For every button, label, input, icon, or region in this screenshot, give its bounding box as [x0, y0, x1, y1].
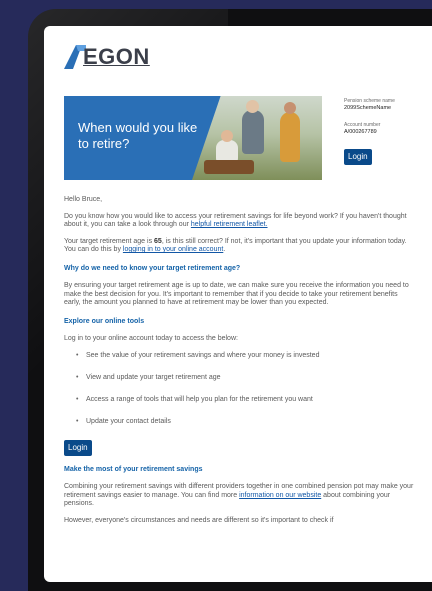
list-item: Update your contact details: [76, 418, 416, 427]
login-button-top[interactable]: Login: [344, 149, 372, 165]
logo-text: EGON: [83, 44, 150, 69]
email-screen: EGON When would you like to retire? Pens…: [44, 26, 432, 582]
aegon-logo: EGON: [64, 42, 416, 72]
family-photo: [192, 96, 322, 180]
paragraph-login-intro: Log in to your online account today to a…: [64, 335, 238, 342]
email-body: EGON When would you like to retire? Pens…: [64, 42, 416, 533]
heading-tools: Explore our online tools: [64, 317, 145, 325]
target-age-value: 65: [154, 237, 162, 245]
hero-headline: When would you like to retire?: [78, 120, 198, 151]
login-button[interactable]: Login: [64, 439, 92, 456]
list-item: Access a range of tools that will help y…: [76, 396, 416, 405]
heading-why: Why do we need to know your target retir…: [64, 264, 241, 272]
email-content: Hello Bruce, Do you know how you would l…: [64, 196, 416, 525]
account-number-value: A/000267789: [344, 129, 377, 135]
list-item: View and update your target retirement a…: [76, 374, 416, 383]
paragraph-leaflet: Do you know how you would like to access…: [64, 212, 407, 229]
scheme-label: Pension scheme name: [344, 98, 395, 104]
paragraph-combine: Combining your retirement savings with d…: [64, 483, 414, 507]
hero-row: When would you like to retire? Pension s…: [64, 96, 416, 180]
heading-savings: Make the most of your retirement savings: [64, 465, 203, 473]
account-panel: Pension scheme name 2099SchemeName Accou…: [344, 98, 418, 165]
hero-banner: When would you like to retire?: [64, 96, 322, 180]
greeting: Hello Bruce,: [64, 196, 103, 203]
website-link[interactable]: information on our website: [239, 492, 321, 499]
leaflet-link[interactable]: helpful retirement leaflet.: [191, 221, 268, 228]
account-number-label: Account number: [344, 122, 381, 128]
paragraph-why: By ensuring your target retirement age i…: [64, 282, 409, 306]
paragraph-target-age: Your target retirement age is 65, is thi…: [64, 237, 407, 254]
list-item: See the value of your retirement savings…: [76, 352, 416, 361]
online-account-link[interactable]: logging in to your online account: [123, 246, 223, 253]
scheme-value: 2099SchemeName: [344, 105, 392, 111]
paragraph-circumstances: However, everyone's circumstances and ne…: [64, 516, 334, 524]
tools-list: See the value of your retirement savings…: [76, 352, 416, 427]
